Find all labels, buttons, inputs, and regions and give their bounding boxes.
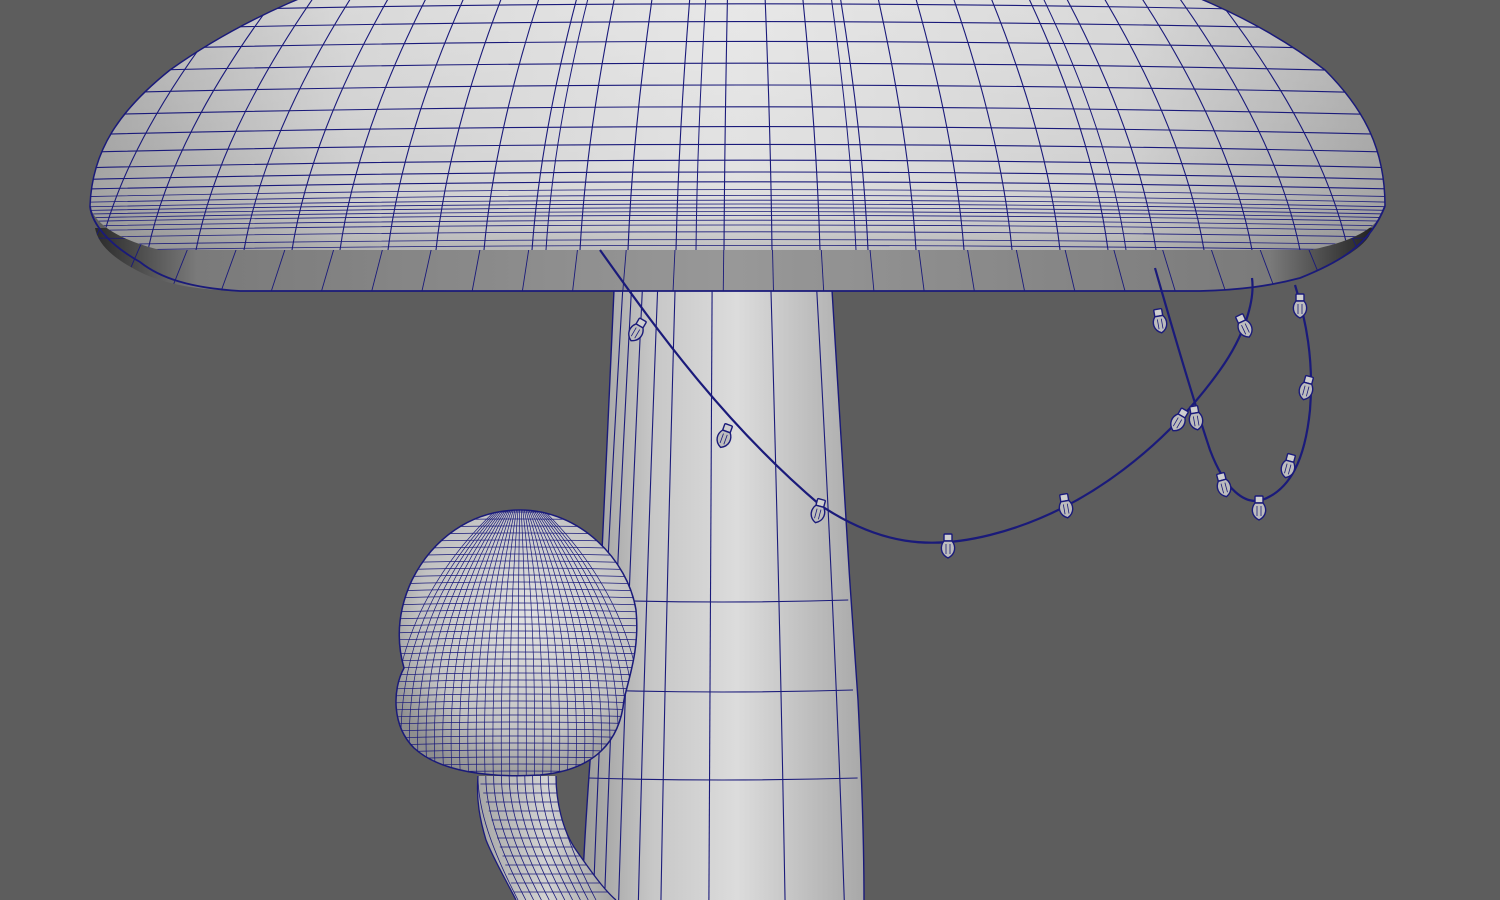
light-bulb-icon[interactable] xyxy=(1292,293,1308,319)
3d-viewport[interactable]: wireframe-on-shaded xyxy=(0,0,1500,900)
light-bulb-icon[interactable] xyxy=(1251,495,1267,521)
large-mushroom-cap[interactable] xyxy=(60,0,1420,292)
scene-canvas[interactable] xyxy=(0,0,1500,900)
light-bulb-icon[interactable] xyxy=(940,533,956,559)
